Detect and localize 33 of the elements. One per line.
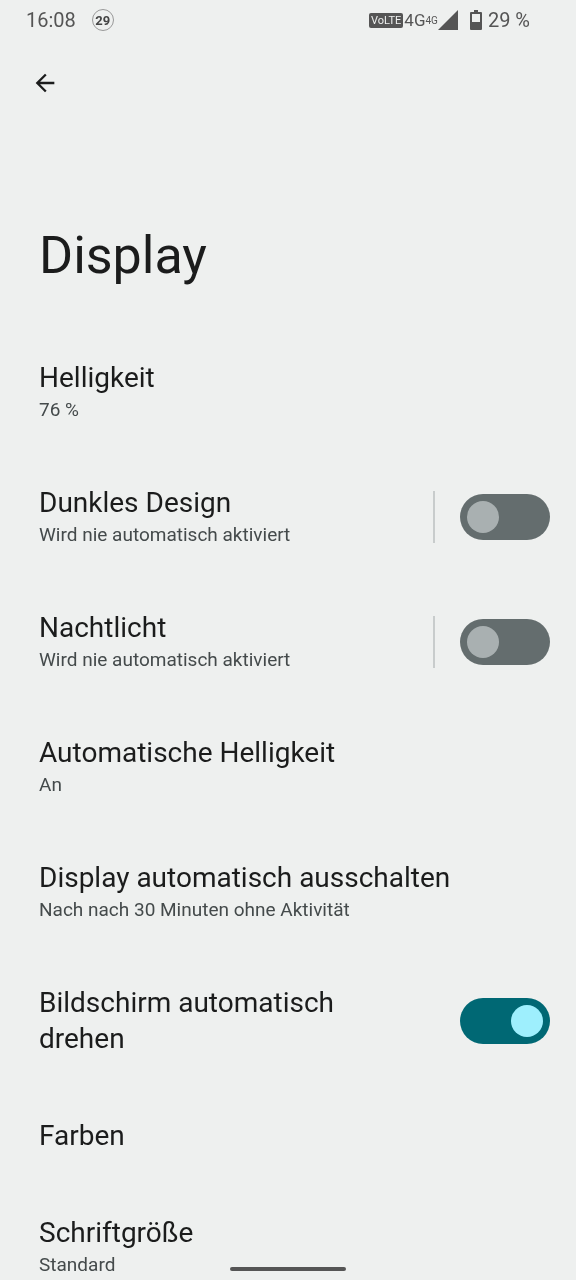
setting-title: Nachtlicht	[39, 610, 168, 646]
setting-title: Schriftgröße	[39, 1215, 195, 1251]
setting-item[interactable]: Dunkles Design Wird nie automatisch aktiviert	[0, 455, 576, 580]
setting-title: Display automatisch ausschalten	[39, 860, 452, 896]
setting-summary: An	[39, 772, 62, 798]
setting-item[interactable]: Automatische Helligkeit An	[0, 705, 576, 830]
setting-title: Farben	[39, 1118, 126, 1154]
setting-item[interactable]: Bildschirm automatisch drehen	[0, 955, 576, 1088]
battery-icon	[469, 10, 482, 30]
setting-title: Automatische Helligkeit	[39, 735, 337, 771]
toggle-switch[interactable]	[460, 494, 550, 540]
setting-summary: Standard	[39, 1252, 116, 1278]
toggle-switch[interactable]	[460, 998, 550, 1044]
network-badge: VoLTE	[369, 12, 404, 28]
setting-summary: 76 %	[39, 397, 79, 423]
network-secondary-label: 4G	[425, 15, 438, 26]
network-label: 4G	[404, 10, 426, 30]
signal-icon	[437, 10, 458, 30]
setting-item[interactable]: Nachtlicht Wird nie automatisch aktiviert	[0, 580, 576, 705]
setting-summary: Nach nach 30 Minuten ohne Aktivität	[39, 897, 350, 923]
setting-summary: Wird nie automatisch aktiviert	[39, 522, 291, 548]
setting-title: Bildschirm automatisch drehen	[39, 985, 335, 1057]
setting-summary: Wird nie automatisch aktiviert	[39, 647, 291, 673]
setting-item[interactable]: Schriftgröße Standard	[0, 1185, 576, 1280]
page-title: Display	[38, 224, 208, 288]
setting-title: Helligkeit	[39, 360, 156, 396]
setting-item[interactable]: Display automatisch ausschalten Nach nach 30 Minuten ohne Aktivität	[0, 830, 576, 955]
setting-item[interactable]: Helligkeit 76 %	[0, 330, 576, 455]
battery-percentage: 29 %	[487, 8, 530, 32]
setting-item[interactable]: Farben	[0, 1088, 576, 1185]
toggle-switch[interactable]	[460, 619, 550, 665]
status-time: 16:08	[26, 8, 76, 32]
setting-title: Dunkles Design	[39, 485, 233, 521]
